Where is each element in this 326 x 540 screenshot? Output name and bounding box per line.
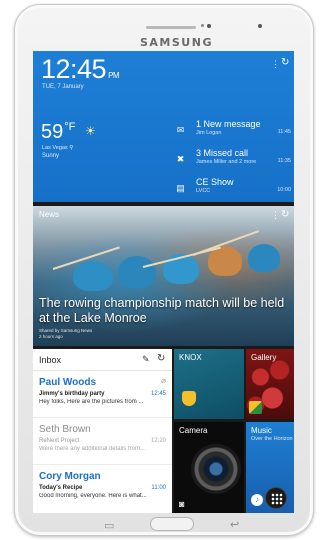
notification-time: 10:00 <box>277 187 291 193</box>
email-preview: Were there any additional details from..… <box>39 446 145 452</box>
clock-weather-widget[interactable]: 12:45 PM TUE, 7 January ⋮ ↻ 59°F ☀ Las Ve… <box>33 51 294 202</box>
notification-title: 3 Missed call <box>196 148 249 158</box>
location-pin-icon: ⚲ <box>69 145 74 151</box>
music-note-icon: ♪ <box>251 494 263 506</box>
compose-icon[interactable]: ✎ <box>142 354 150 365</box>
news-photo-rower <box>73 261 113 291</box>
refresh-icon[interactable]: ↻ <box>281 209 289 220</box>
notification-calendar[interactable]: ▤ CE Show LVCC 10:00 <box>175 177 293 199</box>
email-sender: Cory Morgan <box>39 471 101 482</box>
email-sender: Paul Woods <box>39 377 97 388</box>
email-preview: Hey folks, Here are the pictures from ..… <box>39 399 144 405</box>
knox-tile[interactable]: KNOX <box>174 349 244 419</box>
email-item[interactable]: Paul Woods ⌀ Jimmy's birthday party 12:4… <box>33 372 172 418</box>
calendar-icon: ▤ <box>176 183 185 193</box>
camera-lens-icon <box>191 444 241 494</box>
tile-label: Gallery <box>251 353 277 362</box>
music-track: Over the Horizon <box>251 436 293 442</box>
email-time: 12:45 <box>150 391 166 397</box>
front-camera-dot <box>207 24 211 28</box>
email-subject: ReNext Project <box>39 438 80 444</box>
notification-missed-call[interactable]: ✖ 3 Missed call James Miller and 2 more … <box>175 148 293 170</box>
weather-condition: Sunny <box>42 153 60 159</box>
notification-time: 11:45 <box>277 129 291 135</box>
temperature: 59°F <box>41 121 76 143</box>
tile-label: KNOX <box>179 353 202 362</box>
email-time: 12:20 <box>150 438 166 444</box>
gallery-tile[interactable]: Gallery <box>246 349 294 419</box>
notification-subtitle: LVCC <box>196 188 211 194</box>
notification-time: 11:35 <box>277 158 291 164</box>
news-widget[interactable]: News ⋮ ↻ The rowing championship match w… <box>33 206 294 346</box>
email-time: 11:00 <box>151 485 166 491</box>
back-icon[interactable]: ↩ <box>230 518 239 531</box>
refresh-icon[interactable]: ↻ <box>157 353 165 364</box>
news-label: News <box>39 210 60 219</box>
home-screen: 12:45 PM TUE, 7 January ⋮ ↻ 59°F ☀ Las Ve… <box>33 51 294 513</box>
sensor-dot <box>201 24 204 27</box>
recent-apps-icon[interactable]: ▭ <box>104 519 114 532</box>
home-button[interactable] <box>150 517 194 531</box>
clock-ampm: PM <box>108 71 120 80</box>
notification-subtitle: Jim Logan <box>196 130 222 136</box>
news-age: 2 hours ago <box>39 334 63 339</box>
knox-shield-icon <box>182 391 196 406</box>
missed-call-icon: ✖ <box>176 154 185 164</box>
brand-logo: SAMSUNG <box>140 36 213 49</box>
notification-title: CE Show <box>196 177 234 187</box>
news-source: Shared by Samsung News <box>39 328 93 333</box>
sun-icon: ☀ <box>85 124 96 138</box>
mail-icon: ✉ <box>176 125 185 135</box>
clock-date: TUE, 7 January <box>42 84 84 90</box>
speaker-grille <box>146 26 196 29</box>
more-vert-icon[interactable]: ⋮ <box>271 210 280 221</box>
weather-location: Las Vegas ⚲ <box>42 145 74 151</box>
sensor-dot-2 <box>258 24 262 28</box>
notification-subtitle: James Miller and 2 more <box>196 159 257 165</box>
email-subject: Today's Recipe <box>39 485 83 491</box>
news-photo-rower <box>118 256 156 288</box>
news-photo-rower <box>248 244 280 272</box>
tile-label: Camera <box>179 426 208 435</box>
email-item[interactable]: Seth Brown ReNext Project 12:20 Were the… <box>33 419 172 465</box>
email-preview: Good morning, everyone. Here is what... <box>39 493 147 499</box>
more-vert-icon[interactable]: ⋮ <box>271 59 280 70</box>
email-inbox-widget: Inbox ✎ ↻ Paul Woods ⌀ Jimmy's birthday … <box>33 349 172 513</box>
notification-message[interactable]: ✉ 1 New message Jim Logan 11:45 <box>175 119 293 141</box>
tile-label: Music <box>251 426 272 435</box>
gallery-icon <box>249 401 262 414</box>
notification-title: 1 New message <box>196 119 261 129</box>
inbox-title: Inbox <box>39 355 62 365</box>
camera-icon: ◙ <box>179 499 185 509</box>
email-subject: Jimmy's birthday party <box>39 391 105 397</box>
news-headline[interactable]: The rowing championship match will be he… <box>39 296 291 326</box>
apps-grid-icon <box>271 493 283 505</box>
temperature-unit: °F <box>64 121 76 133</box>
apps-grid-button[interactable] <box>265 487 287 509</box>
inbox-header: Inbox ✎ ↻ <box>33 349 172 371</box>
email-item[interactable]: Cory Morgan Today's Recipe 11:00 Good mo… <box>33 466 172 512</box>
attachment-icon: ⌀ <box>161 376 166 385</box>
refresh-icon[interactable]: ↻ <box>281 57 289 68</box>
camera-tile[interactable]: Camera ◙ <box>174 422 244 513</box>
clock-time: 12:45 PM <box>41 54 120 84</box>
email-sender: Seth Brown <box>39 424 91 435</box>
